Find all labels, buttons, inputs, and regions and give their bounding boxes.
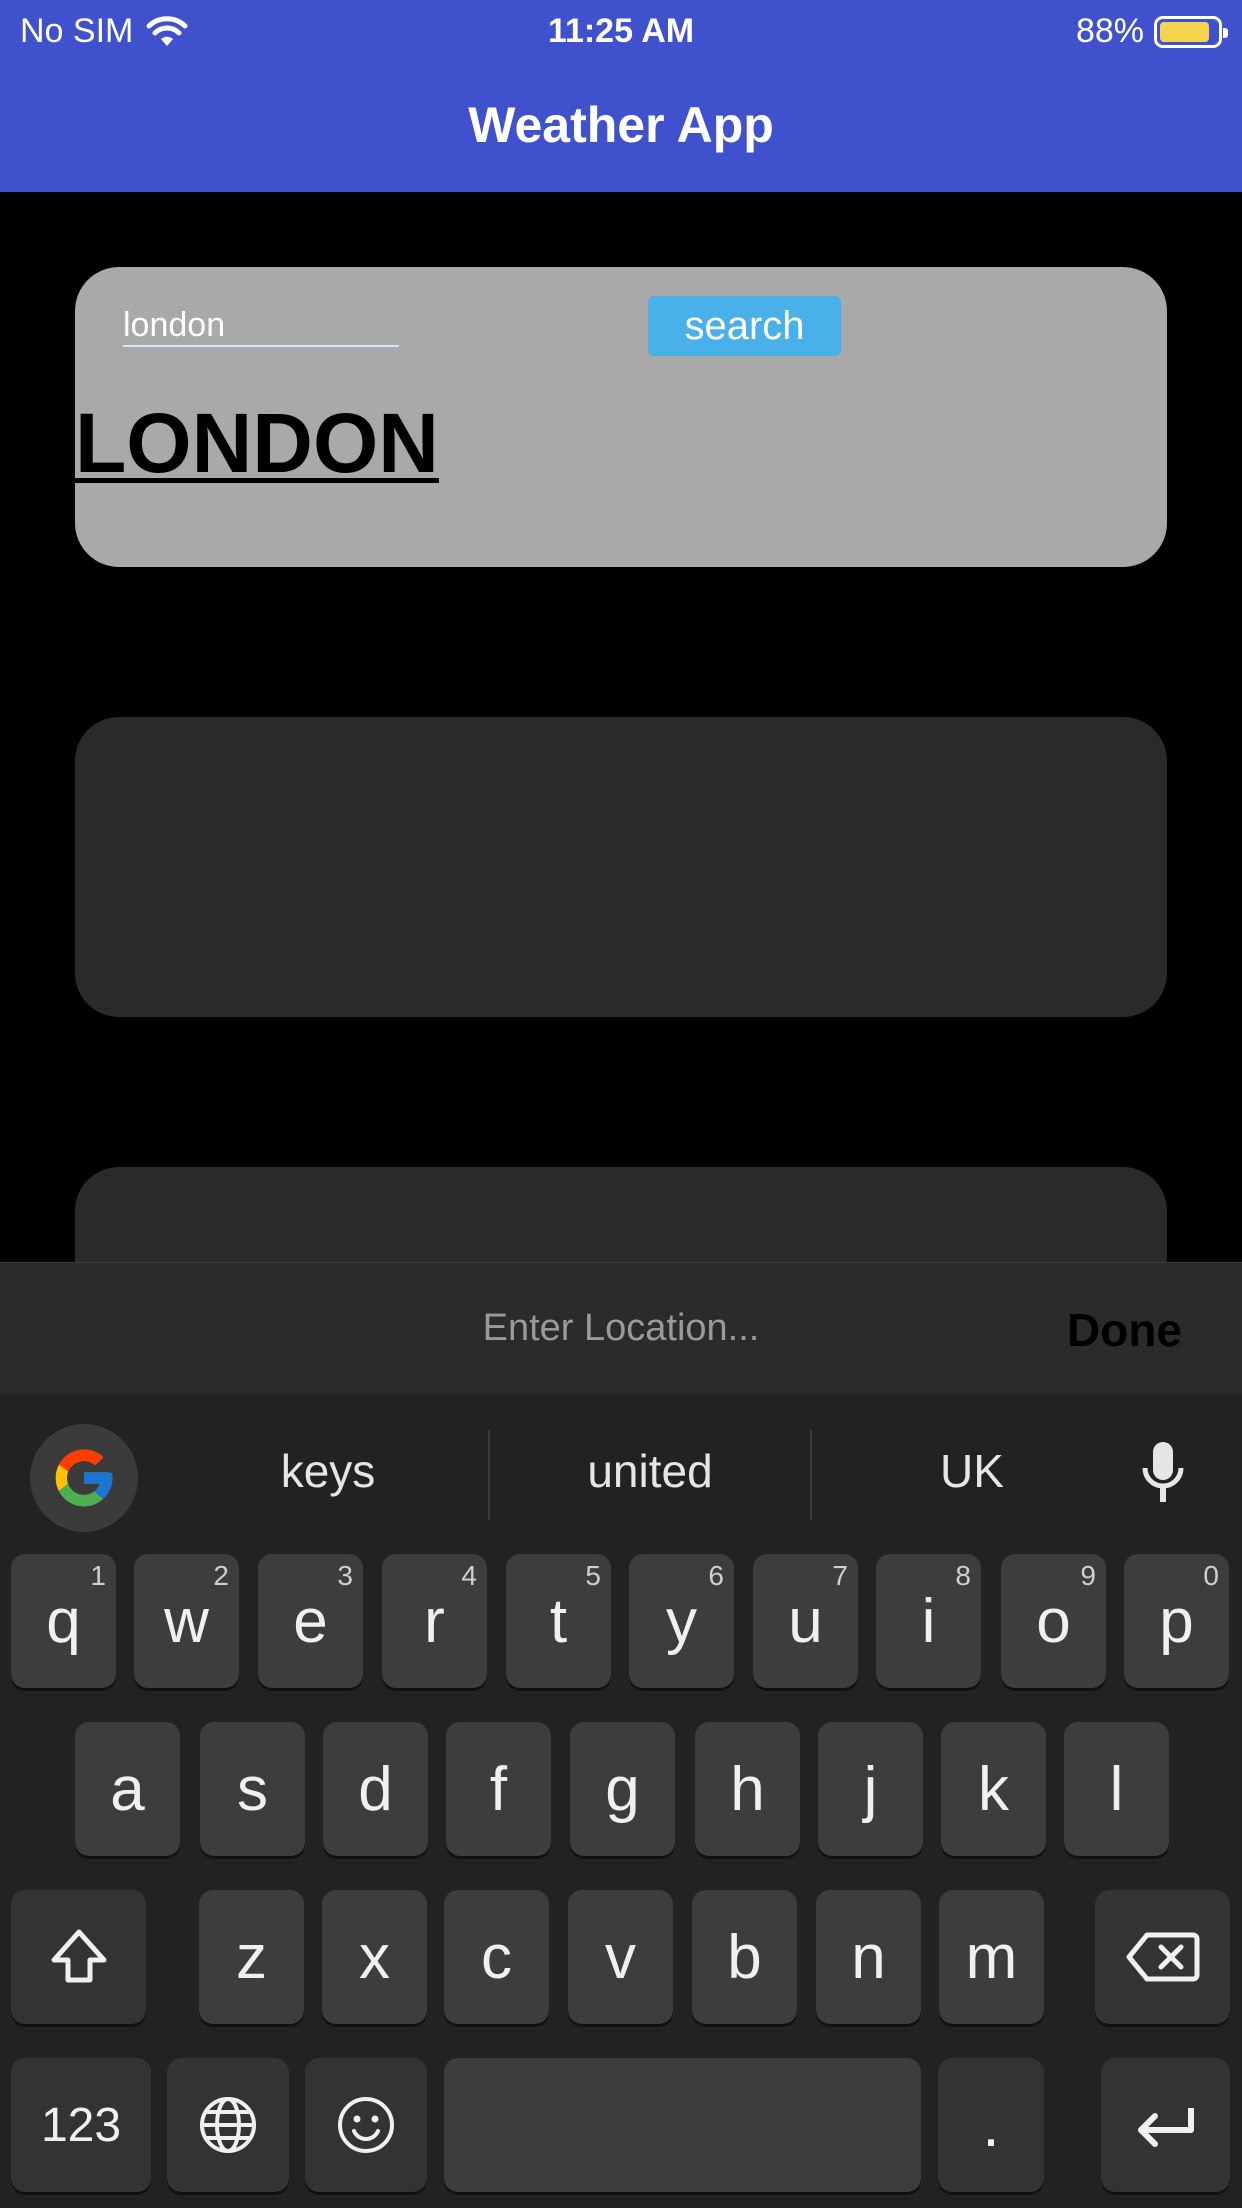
- search-button[interactable]: search: [648, 296, 841, 356]
- battery-percent: 88%: [1075, 12, 1144, 50]
- suggestion-bar: keys united UK: [0, 1394, 1242, 1554]
- status-time: 11:25 AM: [547, 12, 695, 50]
- backspace-key[interactable]: [1095, 1890, 1230, 2024]
- key-j[interactable]: j: [818, 1722, 923, 1856]
- key-r[interactable]: 4r: [382, 1554, 487, 1688]
- search-card: search LONDON: [75, 267, 1167, 567]
- emoji-icon: [338, 2097, 394, 2153]
- key-y[interactable]: 6y: [629, 1554, 734, 1688]
- suggestion-divider: [488, 1430, 490, 1520]
- numbers-key[interactable]: 123: [11, 2058, 151, 2192]
- key-f[interactable]: f: [446, 1722, 551, 1856]
- location-input[interactable]: [123, 305, 399, 347]
- emoji-key[interactable]: [305, 2058, 427, 2192]
- key-w[interactable]: 2w: [134, 1554, 239, 1688]
- globe-icon: [200, 2097, 256, 2153]
- period-key[interactable]: .: [938, 2058, 1044, 2192]
- city-name: LONDON: [75, 396, 439, 490]
- key-g[interactable]: g: [570, 1722, 675, 1856]
- status-bar: No SIM 11:25 AM 88%: [0, 0, 1242, 62]
- key-q[interactable]: 1q: [11, 1554, 116, 1688]
- key-e[interactable]: 3e: [258, 1554, 363, 1688]
- suggestion-divider: [810, 1430, 812, 1520]
- space-key[interactable]: [444, 2058, 921, 2192]
- key-a[interactable]: a: [75, 1722, 180, 1856]
- key-k[interactable]: k: [941, 1722, 1046, 1856]
- accessory-placeholder[interactable]: Enter Location...: [0, 1307, 1242, 1350]
- key-n[interactable]: n: [816, 1890, 921, 2024]
- key-b[interactable]: b: [692, 1890, 797, 2024]
- shift-key[interactable]: [11, 1890, 146, 2024]
- key-h[interactable]: h: [695, 1722, 800, 1856]
- weather-card: [75, 717, 1167, 1017]
- app-header: No SIM 11:25 AM 88% Weather App: [0, 0, 1242, 192]
- battery-icon: [1154, 15, 1228, 48]
- key-l[interactable]: l: [1064, 1722, 1169, 1856]
- globe-key[interactable]: [167, 2058, 289, 2192]
- key-o[interactable]: 9o: [1001, 1554, 1106, 1688]
- key-x[interactable]: x: [322, 1890, 427, 2024]
- key-p[interactable]: 0p: [1124, 1554, 1229, 1688]
- suggestion-1[interactable]: keys: [200, 1444, 456, 1498]
- mic-icon[interactable]: [1138, 1438, 1188, 1508]
- key-c[interactable]: c: [444, 1890, 549, 2024]
- input-accessory-bar: Enter Location... Done: [0, 1262, 1242, 1394]
- enter-icon: [1137, 2108, 1194, 2147]
- key-v[interactable]: v: [568, 1890, 673, 2024]
- shift-icon: [51, 1929, 106, 1983]
- key-z[interactable]: z: [199, 1890, 304, 2024]
- key-u[interactable]: 7u: [753, 1554, 858, 1688]
- status-right: 88%: [1075, 12, 1228, 51]
- google-icon[interactable]: [30, 1424, 138, 1532]
- suggestion-3[interactable]: UK: [844, 1444, 1100, 1498]
- keyboard: keys united UK 1q 2w 3e 4r 5t 6y 7u 8i 9…: [0, 1394, 1242, 2208]
- key-s[interactable]: s: [200, 1722, 305, 1856]
- key-t[interactable]: 5t: [506, 1554, 611, 1688]
- enter-key[interactable]: [1101, 2058, 1230, 2192]
- key-m[interactable]: m: [939, 1890, 1044, 2024]
- key-i[interactable]: 8i: [876, 1554, 981, 1688]
- battery-level: [1160, 21, 1210, 42]
- page-title: Weather App: [468, 97, 774, 153]
- backspace-icon: [1126, 1932, 1199, 1982]
- done-button[interactable]: Done: [1067, 1303, 1182, 1357]
- key-d[interactable]: d: [323, 1722, 428, 1856]
- suggestion-2[interactable]: united: [522, 1444, 778, 1498]
